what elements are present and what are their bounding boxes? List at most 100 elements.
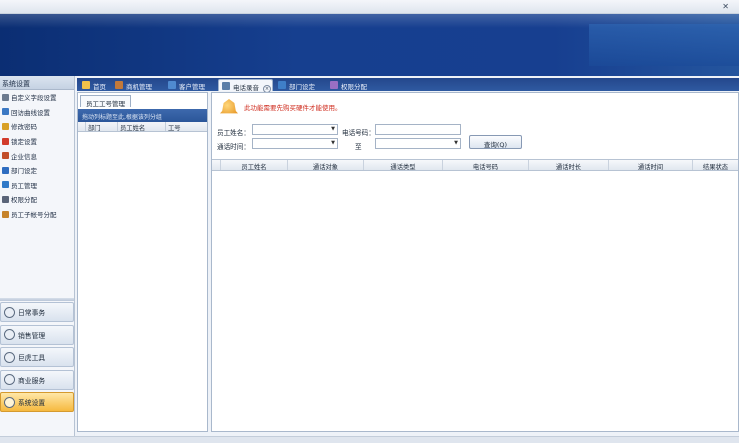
tab-label: 客户管理: [179, 83, 205, 91]
grid-corner: [212, 160, 221, 170]
sidebar-item[interactable]: 部门设定: [0, 163, 74, 178]
query-button[interactable]: 查询(Q): [469, 135, 522, 149]
call-time-end-select[interactable]: ▼: [375, 138, 461, 149]
tab-label: 电话录音: [233, 84, 259, 92]
sidebar-item-label: 回访曲线设置: [11, 108, 50, 117]
home-icon: [82, 81, 90, 89]
phone-number-label: 电话号码：: [342, 129, 375, 137]
sidebar-items: 自定义字段设置 回访曲线设置 修改密码锁定设置企业信息部门设定员工管理权限分配员工子…: [0, 90, 74, 221]
nav-button-label: 商业服务: [18, 376, 46, 385]
tab-strip: 首页 商机管理 客户管理 电话录音 × 部门设定 权限分配: [77, 78, 739, 93]
opportunity-icon: [115, 81, 123, 89]
sidebar-item[interactable]: 回访曲线设置: [0, 105, 74, 120]
gear-icon: [2, 93, 9, 101]
sidebar-item-label: 自定义字段设置: [11, 94, 57, 103]
grid-corner: [78, 122, 86, 131]
sidebar-item-label: 修改密码: [11, 123, 37, 132]
sidebar-item-label: 企业信息: [11, 152, 37, 161]
sidebar-item-label: 员工子帐号分配: [11, 211, 57, 220]
app-banner: [0, 14, 739, 76]
column-header-department[interactable]: 部门: [86, 122, 118, 132]
sidebar-splitter[interactable]: [0, 298, 74, 301]
chevron-down-icon: ▼: [454, 140, 458, 146]
subaccount-icon: [2, 210, 9, 218]
sidebar-header: 系统设置: [0, 76, 74, 90]
nav-button-label: 销售管理: [18, 331, 46, 340]
nav-button-label: 日常事务: [18, 309, 46, 317]
column-header-result-status[interactable]: 结果状态: [693, 160, 738, 171]
chart-icon: [2, 108, 9, 116]
chevron-down-icon: ▼: [331, 140, 335, 146]
column-header-call-duration[interactable]: 通话时长: [529, 160, 609, 171]
clock-icon: [4, 306, 15, 318]
department-icon: [2, 166, 9, 174]
tab-label: 权限分配: [341, 83, 367, 91]
nav-button[interactable]: 系统设置: [0, 392, 74, 412]
nav-button[interactable]: 商业服务: [0, 369, 74, 390]
employee-grid-header: 部门 员工姓名 工号: [78, 122, 207, 132]
status-bar: [0, 436, 739, 443]
employee-name-select[interactable]: ▼: [252, 124, 338, 135]
sidebar-nav: 日常事务销售管理巨虎工具商业服务系统设置: [0, 302, 74, 415]
nav-button-label: 系统设置: [18, 399, 46, 407]
department-icon: [278, 81, 286, 89]
employee-panel: 员工工号管理 拖动列标题至此,根据该列分组 部门 员工姓名 工号: [77, 92, 208, 432]
banner-decoration: [589, 24, 739, 66]
building-icon: [2, 152, 9, 160]
notice-text: 此功能需要先购买硬件才能使用。: [244, 104, 342, 112]
column-header-call-type[interactable]: 通话类型: [364, 160, 443, 171]
sidebar-item[interactable]: 员工子帐号分配: [0, 207, 74, 222]
tab[interactable]: 部门设定: [275, 79, 325, 91]
call-recording-panel: 此功能需要先购买硬件才能使用。 员工姓名： ▼ 电话号码： 通话时间： ▼ 至 …: [211, 92, 739, 432]
user-icon: [2, 181, 9, 189]
tab[interactable]: 首页: [79, 79, 110, 91]
tab[interactable]: 电话录音 ×: [218, 79, 273, 93]
column-header-employee-name[interactable]: 员工姓名: [221, 160, 288, 171]
sidebar-item[interactable]: 锁定设置: [0, 134, 74, 149]
employee-panel-tab[interactable]: 员工工号管理: [80, 95, 131, 108]
call-time-label: 通话时间：: [217, 143, 250, 151]
hardware-notice: 此功能需要先购买硬件才能使用。: [214, 95, 514, 119]
column-header-employee-name[interactable]: 员工姓名: [118, 122, 166, 132]
phone-icon: [222, 82, 230, 90]
tab-label: 部门设定: [289, 83, 315, 91]
tab-label: 商机管理: [126, 83, 152, 91]
sidebar-item[interactable]: 自定义字段设置: [0, 90, 74, 105]
nav-button[interactable]: 日常事务: [0, 302, 74, 322]
call-time-start-select[interactable]: ▼: [252, 138, 338, 149]
column-header-call-time[interactable]: 通话时间: [609, 160, 693, 171]
business-icon: [4, 374, 15, 385]
close-icon[interactable]: ✕: [722, 2, 729, 11]
sidebar-item[interactable]: 权限分配: [0, 192, 74, 207]
call-grid-header: 员工姓名 通话对象 通话类型 电话号码 通话时长 通话时间 结果状态: [212, 159, 738, 171]
key-icon: [2, 122, 9, 130]
column-header-call-target[interactable]: 通话对象: [288, 160, 364, 171]
phone-number-input[interactable]: [375, 124, 461, 135]
tools-icon: [4, 351, 15, 363]
sidebar-item[interactable]: 企业信息: [0, 148, 74, 163]
sales-icon: [4, 329, 15, 340]
sidebar-item-label: 锁定设置: [11, 138, 37, 147]
employee-name-label: 员工姓名：: [217, 129, 250, 137]
tab[interactable]: 商机管理: [112, 79, 163, 91]
tab-label: 首页: [93, 83, 106, 91]
tab[interactable]: 客户管理: [165, 79, 216, 91]
lock-icon: [2, 137, 9, 145]
sidebar-item-label: 权限分配: [11, 196, 37, 205]
sidebar-item[interactable]: 修改密码: [0, 119, 74, 134]
chevron-down-icon: ▼: [331, 126, 335, 132]
permission-icon: [2, 195, 9, 203]
to-label: 至: [355, 143, 362, 151]
column-header-employee-id[interactable]: 工号: [166, 122, 207, 132]
sidebar-item-label: 员工管理: [11, 181, 37, 190]
permission-icon: [330, 81, 338, 89]
sidebar-item[interactable]: 员工管理: [0, 178, 74, 193]
group-by-hint: 拖动列标题至此,根据该列分组: [78, 109, 207, 122]
customer-icon: [168, 81, 176, 89]
tab[interactable]: 权限分配: [327, 79, 375, 91]
sidebar-item-label: 部门设定: [11, 167, 37, 176]
bell-icon: [220, 99, 238, 114]
nav-button[interactable]: 巨虎工具: [0, 347, 74, 367]
column-header-phone-number[interactable]: 电话号码: [443, 160, 529, 171]
nav-button[interactable]: 销售管理: [0, 324, 74, 345]
